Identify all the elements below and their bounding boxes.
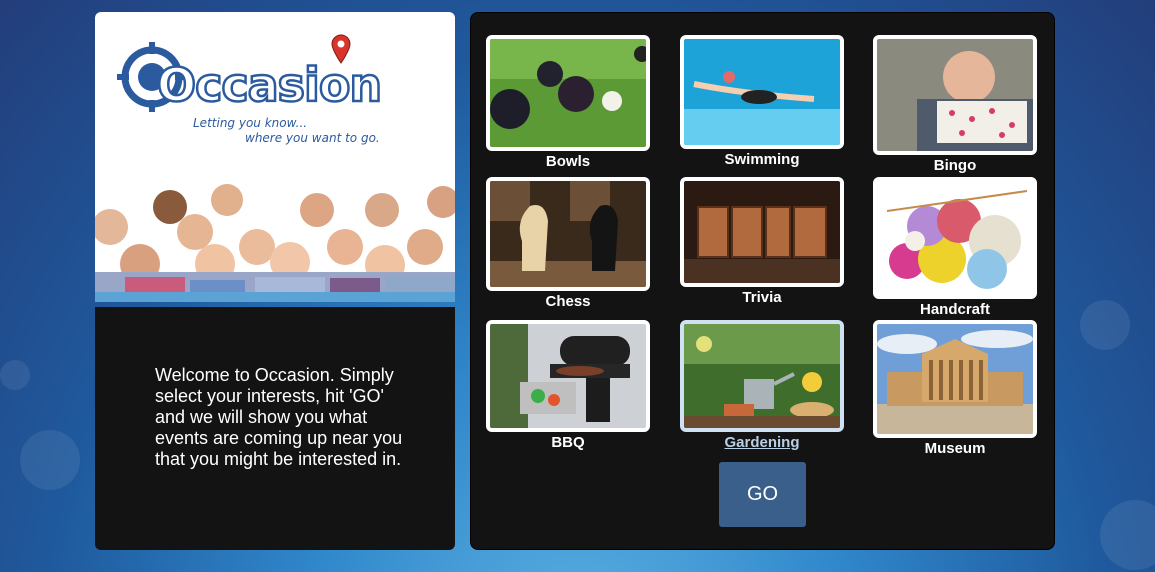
interest-label: BBQ <box>551 434 585 451</box>
swimming-image <box>680 35 844 149</box>
museum-building-picture-icon <box>877 324 1033 434</box>
chess-picture-icon <box>490 181 646 287</box>
occasion-logo: Occasion Letting you know... where you w… <box>107 32 437 162</box>
interest-label: Swimming <box>724 151 800 168</box>
yarn-balls-picture-icon <box>877 181 1033 295</box>
chess-image <box>486 177 650 291</box>
bbq-image <box>486 320 650 432</box>
map-pin-icon <box>331 34 351 64</box>
interest-label: Gardening <box>724 434 800 451</box>
interest-tile-trivia[interactable]: Trivia <box>680 177 844 306</box>
interest-label: Bingo <box>933 157 977 174</box>
interest-tile-swimming[interactable]: Swimming <box>680 35 844 168</box>
welcome-panel: Welcome to Occasion. Simply select your … <box>95 307 455 550</box>
welcome-text: Welcome to Occasion. Simply select your … <box>155 365 403 469</box>
swimming-picture-icon <box>684 39 840 145</box>
interest-tile-bingo[interactable]: Bingo <box>873 35 1037 174</box>
tagline-line-2: where you want to go. <box>245 131 380 145</box>
quiz-blocks-picture-icon <box>684 181 840 283</box>
seniors-group-photo <box>95 172 455 302</box>
bingo-picture-icon <box>877 39 1033 151</box>
interest-selection-panel: Bowls Swimming Bingo Chess Trivia Handcr… <box>470 12 1055 550</box>
barbecue-grill-picture-icon <box>490 324 646 428</box>
interest-tile-museum[interactable]: Museum <box>873 320 1037 457</box>
interest-label: Trivia <box>742 289 782 306</box>
interest-tile-bbq[interactable]: BBQ <box>486 320 650 451</box>
bingo-image <box>873 35 1037 155</box>
interest-label: Handcraft <box>919 301 990 318</box>
garden-tools-picture-icon <box>684 324 840 428</box>
bowls-image <box>486 35 650 151</box>
interest-tile-gardening[interactable]: Gardening <box>680 320 844 451</box>
brand-name: Occasion <box>156 57 384 114</box>
interest-tile-bowls[interactable]: Bowls <box>486 35 650 170</box>
go-button[interactable]: GO <box>719 462 806 527</box>
interest-label: Museum <box>924 440 986 457</box>
interest-tile-chess[interactable]: Chess <box>486 177 650 310</box>
interest-label: Chess <box>545 293 591 310</box>
brand-card: Occasion Letting you know... where you w… <box>95 12 455 302</box>
bowls-picture-icon <box>490 39 646 147</box>
interest-label: Bowls <box>545 153 591 170</box>
tagline-line-1: Letting you know... <box>193 116 308 130</box>
museum-image <box>873 320 1037 438</box>
gardening-image <box>680 320 844 432</box>
interest-tile-handcraft[interactable]: Handcraft <box>873 177 1037 318</box>
handcraft-image <box>873 177 1037 299</box>
trivia-image <box>680 177 844 287</box>
